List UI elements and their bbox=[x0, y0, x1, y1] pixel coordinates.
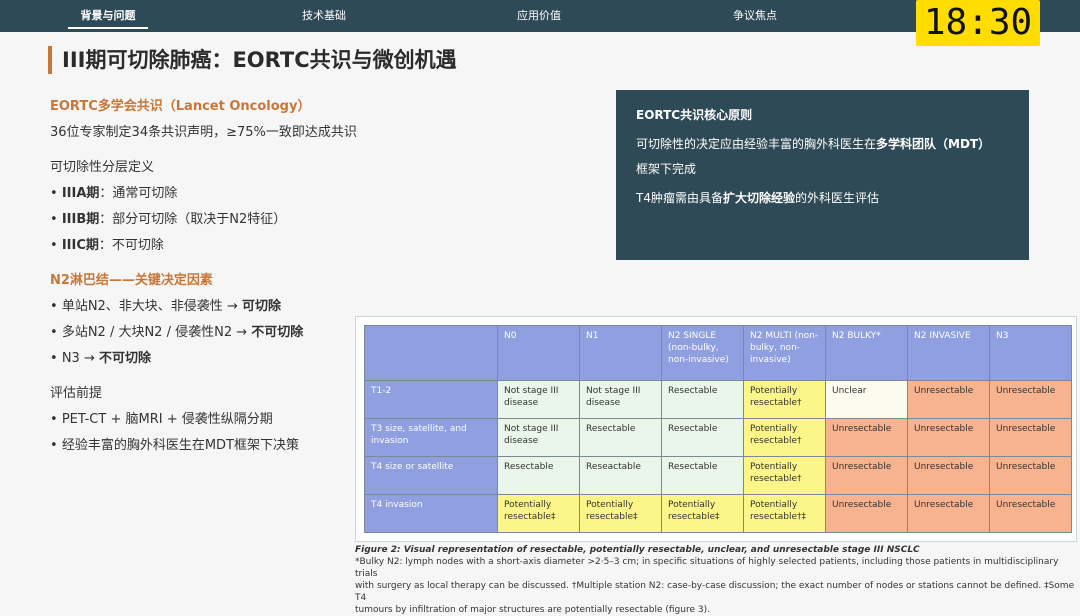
table-column-header: N2 BULKY* bbox=[825, 325, 908, 381]
evaluation-heading: 评估前提 bbox=[50, 386, 103, 401]
table-cell: Resectable bbox=[661, 418, 744, 457]
evaluation-item: PET-CT + 脑MRI + 侵袭性纵隔分期 bbox=[50, 411, 273, 429]
table-cell: Not stage III disease bbox=[579, 380, 662, 419]
eortc-heading: EORTC多学会共识（Lancet Oncology） bbox=[50, 99, 311, 114]
principles-line: 可切除性的决定应由经验丰富的胸外科医生在多学科团队（MDT） bbox=[636, 137, 991, 151]
table-cell: Unresectable bbox=[825, 418, 908, 457]
table-cell: Potentially resectable†‡ bbox=[743, 494, 826, 533]
table-row: T4 size or satellite Resectable Reseactabl… bbox=[364, 456, 1072, 495]
principles-heading: EORTC共识核心原则 bbox=[636, 108, 753, 122]
table-cell: Potentially resectable‡ bbox=[579, 494, 662, 533]
table-cell: Not stage III disease bbox=[497, 418, 580, 457]
principles-line: T4肿瘤需由具备扩大切除经验的外科医生评估 bbox=[636, 191, 879, 205]
table-row-header: T4 size or satellite bbox=[364, 456, 498, 495]
countdown-timer: 18:30 bbox=[916, 0, 1040, 46]
table-column-header: N2 MULTI (non-bulky, non-invasive) bbox=[743, 325, 826, 381]
table-column-header: N2 SINGLE (non-bulky, non-invasive) bbox=[661, 325, 744, 381]
table-cell: Unresectable bbox=[989, 380, 1072, 419]
table-cell: Unresectable bbox=[825, 456, 908, 495]
table-row: T4 invasion Potentially resectable‡ Potent… bbox=[364, 494, 1072, 533]
table-cell: Unresectable bbox=[907, 380, 990, 419]
table-cell: Resectable bbox=[661, 456, 744, 495]
n2-item: 多站N2 / 大块N2 / 侵袭性N2 → 不可切除 bbox=[50, 324, 303, 342]
resectability-heading: 可切除性分层定义 bbox=[50, 160, 155, 175]
table-cell: Unresectable bbox=[989, 418, 1072, 457]
table-column-header: N3 bbox=[989, 325, 1072, 381]
caption-line: tumours by infiltration of major structu… bbox=[355, 605, 710, 615]
table-cell: Resectable bbox=[497, 456, 580, 495]
page-title: III期可切除肺癌：EORTC共识与微创机遇 bbox=[62, 48, 457, 72]
table-row: T3 size, satellite, and invasion Not stag… bbox=[364, 418, 1072, 457]
caption-line: *Bulky N2: lymph nodes with a short-axis… bbox=[355, 557, 1059, 579]
table-cell: Unresectable bbox=[989, 494, 1072, 533]
table-cell: Potentially resectable† bbox=[743, 456, 826, 495]
principles-line: 框架下完成 bbox=[636, 162, 697, 176]
n2-item: N3 → 不可切除 bbox=[50, 350, 151, 368]
table-column-header: N0 bbox=[497, 325, 580, 381]
eortc-description: 36位专家制定34条共识声明，≥75%一致即达成共识 bbox=[50, 125, 357, 140]
table-corner-cell bbox=[364, 325, 498, 381]
tab-controversy[interactable]: 争议焦点 bbox=[675, 0, 835, 32]
table-cell: Potentially resectable‡ bbox=[661, 494, 744, 533]
table-cell: Unresectable bbox=[989, 456, 1072, 495]
table-cell: Resectable bbox=[579, 418, 662, 457]
title-accent-bar bbox=[48, 46, 52, 74]
table-cell: Reseactable bbox=[579, 456, 662, 495]
table-cell: Unresectable bbox=[825, 494, 908, 533]
resectability-table-figure: N0 N1 N2 SINGLE (non-bulky, non-invasive) N… bbox=[355, 316, 1077, 542]
caption-line: with surgery as local therapy can be dis… bbox=[355, 581, 1075, 603]
table-row-header: T3 size, satellite, and invasion bbox=[364, 418, 498, 457]
table-row-header: T4 invasion bbox=[364, 494, 498, 533]
table-cell: Unresectable bbox=[907, 418, 990, 457]
stage-item: IIIC期：不可切除 bbox=[50, 237, 164, 255]
table-row-header: T1-2 bbox=[364, 380, 498, 419]
caption-title: Figure 2: Visual representation of resec… bbox=[355, 545, 920, 555]
resectability-table: N0 N1 N2 SINGLE (non-bulky, non-invasive) N… bbox=[364, 325, 1072, 533]
table-cell: Not stage III disease bbox=[497, 380, 580, 419]
table-column-header: N1 bbox=[579, 325, 662, 381]
evaluation-item: 经验丰富的胸外科医生在MDT框架下决策 bbox=[50, 437, 299, 455]
table-cell: Potentially resectable‡ bbox=[497, 494, 580, 533]
table-cell: Unclear bbox=[825, 380, 908, 419]
table-row: T1-2 Not stage III disease Not stage III d… bbox=[364, 380, 1072, 419]
n2-heading: N2淋巴结——关键决定因素 bbox=[50, 273, 213, 288]
table-cell: Unresectable bbox=[907, 494, 990, 533]
table-cell: Resectable bbox=[661, 380, 744, 419]
table-cell: Unresectable bbox=[907, 456, 990, 495]
table-cell: Potentially resectable† bbox=[743, 418, 826, 457]
table-column-header: N2 INVASIVE bbox=[907, 325, 990, 381]
tab-application-value[interactable]: 应用价值 bbox=[459, 0, 619, 32]
n2-item: 单站N2、非大块、非侵袭性 → 可切除 bbox=[50, 298, 281, 316]
tab-background[interactable]: 背景与问题 bbox=[28, 0, 188, 32]
stage-item: IIIB期：部分可切除（取决于N2特征） bbox=[50, 211, 286, 229]
tab-tech-basis[interactable]: 技术基础 bbox=[244, 0, 404, 32]
principles-box: EORTC共识核心原则 可切除性的决定应由经验丰富的胸外科医生在多学科团队（MD… bbox=[616, 90, 1029, 260]
table-cell: Potentially resectable† bbox=[743, 380, 826, 419]
stage-item: IIIA期：通常可切除 bbox=[50, 185, 178, 203]
figure-caption: Figure 2: Visual representation of resec… bbox=[355, 544, 1075, 616]
